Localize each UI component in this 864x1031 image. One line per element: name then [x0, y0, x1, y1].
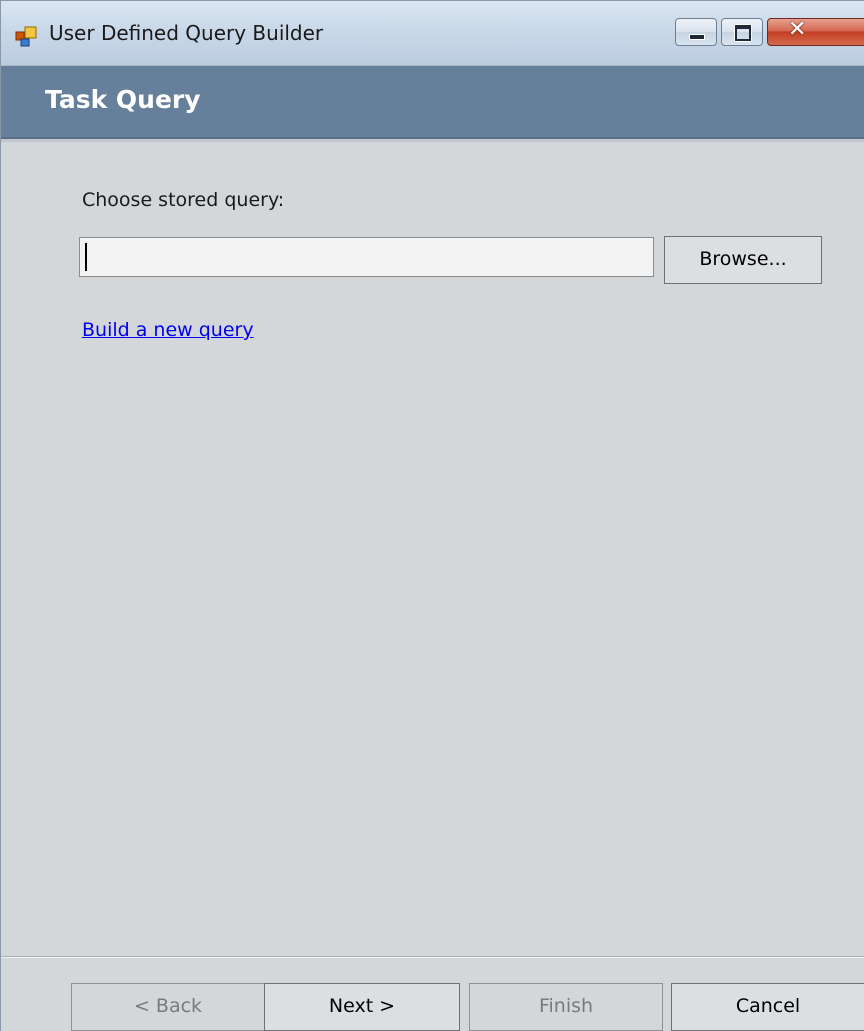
maximize-icon	[735, 25, 751, 41]
title-bar[interactable]: User Defined Query Builder ✕	[1, 1, 864, 66]
cancel-button[interactable]: Cancel	[671, 983, 864, 1031]
next-button[interactable]: Next >	[264, 983, 460, 1031]
wizard-header: Task Query	[1, 66, 864, 139]
close-button[interactable]: ✕	[767, 17, 864, 46]
browse-button[interactable]: Browse...	[664, 236, 822, 284]
app-window-icon	[15, 25, 37, 47]
close-icon: ✕	[788, 17, 807, 42]
minimize-button[interactable]	[675, 18, 717, 46]
text-caret	[85, 243, 87, 271]
query-builder-window: User Defined Query Builder ✕ Task Query …	[0, 0, 864, 1031]
back-button[interactable]: < Back	[71, 983, 265, 1031]
finish-button[interactable]: Finish	[469, 983, 663, 1031]
page-title: Task Query	[45, 85, 201, 114]
window-title: User Defined Query Builder	[49, 21, 324, 45]
maximize-button[interactable]	[721, 18, 763, 46]
header-divider	[1, 139, 864, 142]
stored-query-input[interactable]	[79, 237, 654, 277]
footer-divider	[1, 956, 864, 958]
minimize-icon	[689, 34, 705, 40]
stored-query-label: Choose stored query:	[82, 189, 285, 211]
build-new-query-link[interactable]: Build a new query	[82, 319, 254, 341]
